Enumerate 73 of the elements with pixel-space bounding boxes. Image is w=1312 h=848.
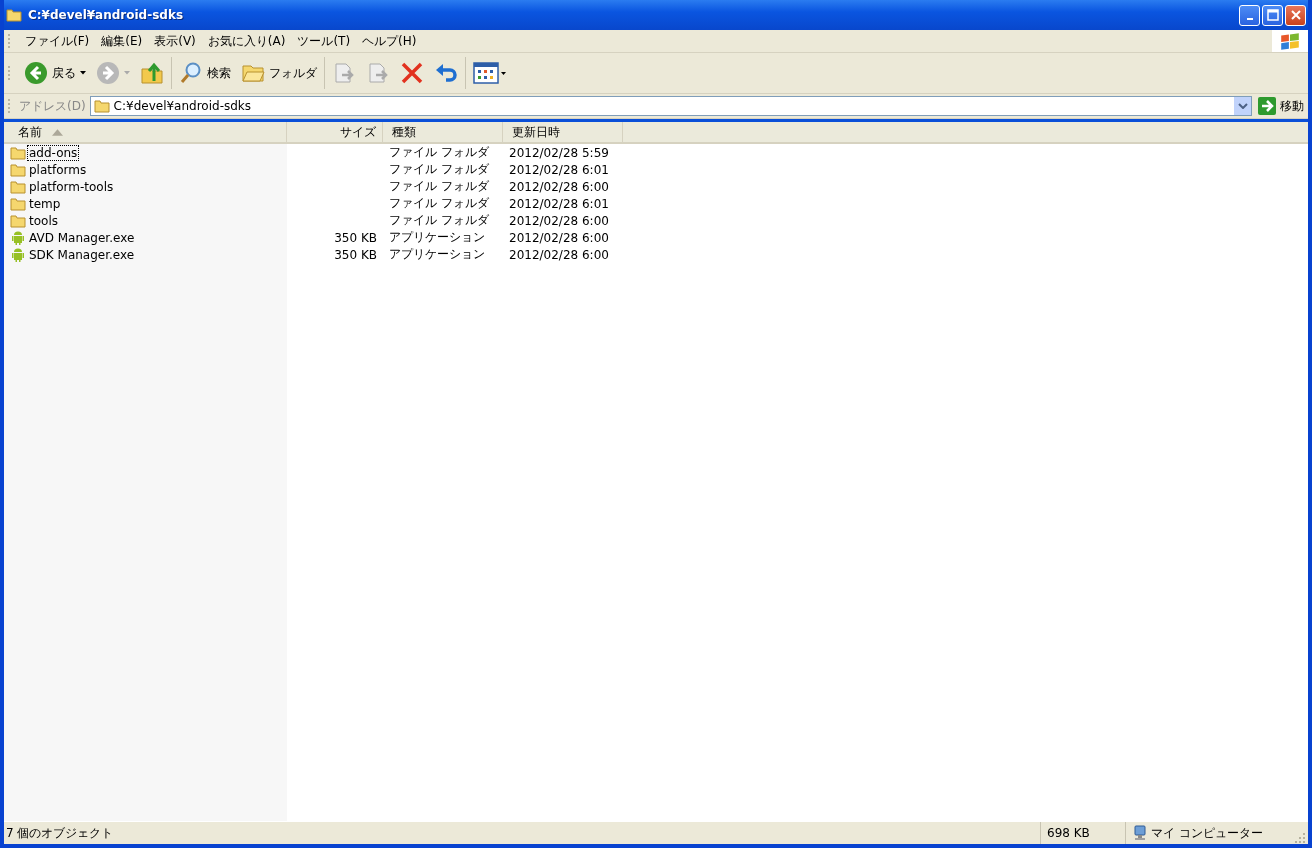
column-header[interactable]: 種類: [383, 122, 503, 142]
file-type: ファイル フォルダ: [389, 145, 489, 159]
modified-date: 2012/02/28 6:00: [509, 179, 609, 194]
computer-icon: [1132, 825, 1148, 841]
undo-icon: [434, 61, 458, 85]
sort-arrow-icon: [52, 128, 63, 136]
file-type: ファイル フォルダ: [389, 213, 489, 227]
address-label: アドレス(D): [19, 97, 86, 115]
folder-icon: [10, 213, 26, 228]
modified-date: 2012/02/28 6:01: [509, 162, 609, 177]
folder-icon: [10, 179, 26, 194]
file-name[interactable]: tools: [27, 212, 60, 229]
object-count: 7 個のオブジェクト: [5, 824, 115, 842]
right-arrow-icon: [1258, 97, 1276, 115]
zone-label: マイ コンピューター: [1151, 824, 1263, 842]
file-type: ファイル フォルダ: [389, 162, 489, 176]
chevron-down-icon: [1237, 103, 1248, 109]
menu-item[interactable]: ファイル(F): [19, 32, 96, 50]
file-type: ファイル フォルダ: [389, 179, 489, 193]
folder-icon: [6, 8, 22, 22]
close-button[interactable]: [1285, 4, 1306, 26]
menu-item[interactable]: 表示(V): [148, 32, 202, 50]
resize-grip-icon[interactable]: [1294, 832, 1306, 844]
dropdown-button[interactable]: [1234, 97, 1251, 115]
caret-icon: [124, 71, 130, 75]
caret-icon: [80, 71, 86, 75]
minimize-icon: [1246, 18, 1253, 20]
menu-item[interactable]: お気に入り(A): [201, 32, 292, 50]
modified-date: 2012/02/28 6:00: [509, 213, 609, 228]
total-size: 698 KB: [1040, 822, 1125, 844]
maximize-button[interactable]: [1262, 4, 1283, 26]
column-header[interactable]: 名前: [4, 122, 287, 142]
search-icon: [179, 61, 203, 85]
folder-up-icon: [140, 61, 164, 85]
folder-icon: [10, 162, 26, 177]
file-type: アプリケーション: [389, 247, 485, 261]
modified-date: 2012/02/28 6:00: [509, 230, 609, 245]
file-name[interactable]: AVD Manager.exe: [27, 229, 137, 246]
move-to-icon: [332, 61, 356, 85]
toolbar-button[interactable]: 戻る: [19, 56, 91, 90]
delete-icon: [400, 61, 424, 85]
views-icon: [473, 61, 507, 85]
minimize-button[interactable]: [1239, 4, 1260, 26]
file-size: 350 KB: [334, 230, 377, 245]
modified-date: 2012/02/28 5:59: [509, 145, 609, 160]
robot-icon: [10, 229, 26, 246]
go-button[interactable]: 移動: [1252, 97, 1304, 115]
toolbar-button[interactable]: フォルダ: [236, 56, 322, 90]
file-name[interactable]: SDK Manager.exe: [27, 246, 137, 263]
menu-item[interactable]: 編集(E): [95, 32, 149, 50]
file-size: 350 KB: [334, 247, 377, 262]
menu-item[interactable]: ヘルプ(H): [356, 32, 423, 50]
column-header[interactable]: サイズ: [287, 122, 383, 142]
modified-date: 2012/02/28 6:00: [509, 247, 609, 262]
file-type: ファイル フォルダ: [389, 196, 489, 210]
address-field[interactable]: C:¥devel¥android-sdks: [89, 96, 1252, 116]
file-name[interactable]: platform-tools: [27, 178, 116, 195]
window-title: C:¥devel¥android-sdks: [28, 8, 184, 22]
menu-item[interactable]: ツール(T): [291, 32, 357, 50]
column-header[interactable]: 更新日時: [503, 122, 623, 142]
robot-icon: [10, 246, 26, 263]
flag-icon: [1279, 31, 1301, 51]
folder-icon: [93, 99, 110, 113]
file-type: アプリケーション: [389, 230, 485, 244]
close-icon: [1289, 9, 1302, 21]
folder-icon: [10, 196, 26, 211]
maximize-icon: [1266, 9, 1279, 21]
file-name[interactable]: add-ons: [27, 144, 80, 161]
file-name[interactable]: platforms: [27, 161, 89, 178]
toolbar-button[interactable]: 検索: [174, 56, 236, 90]
copy-to-icon: [366, 61, 390, 85]
file-name[interactable]: temp: [27, 195, 63, 212]
modified-date: 2012/02/28 6:01: [509, 196, 609, 211]
